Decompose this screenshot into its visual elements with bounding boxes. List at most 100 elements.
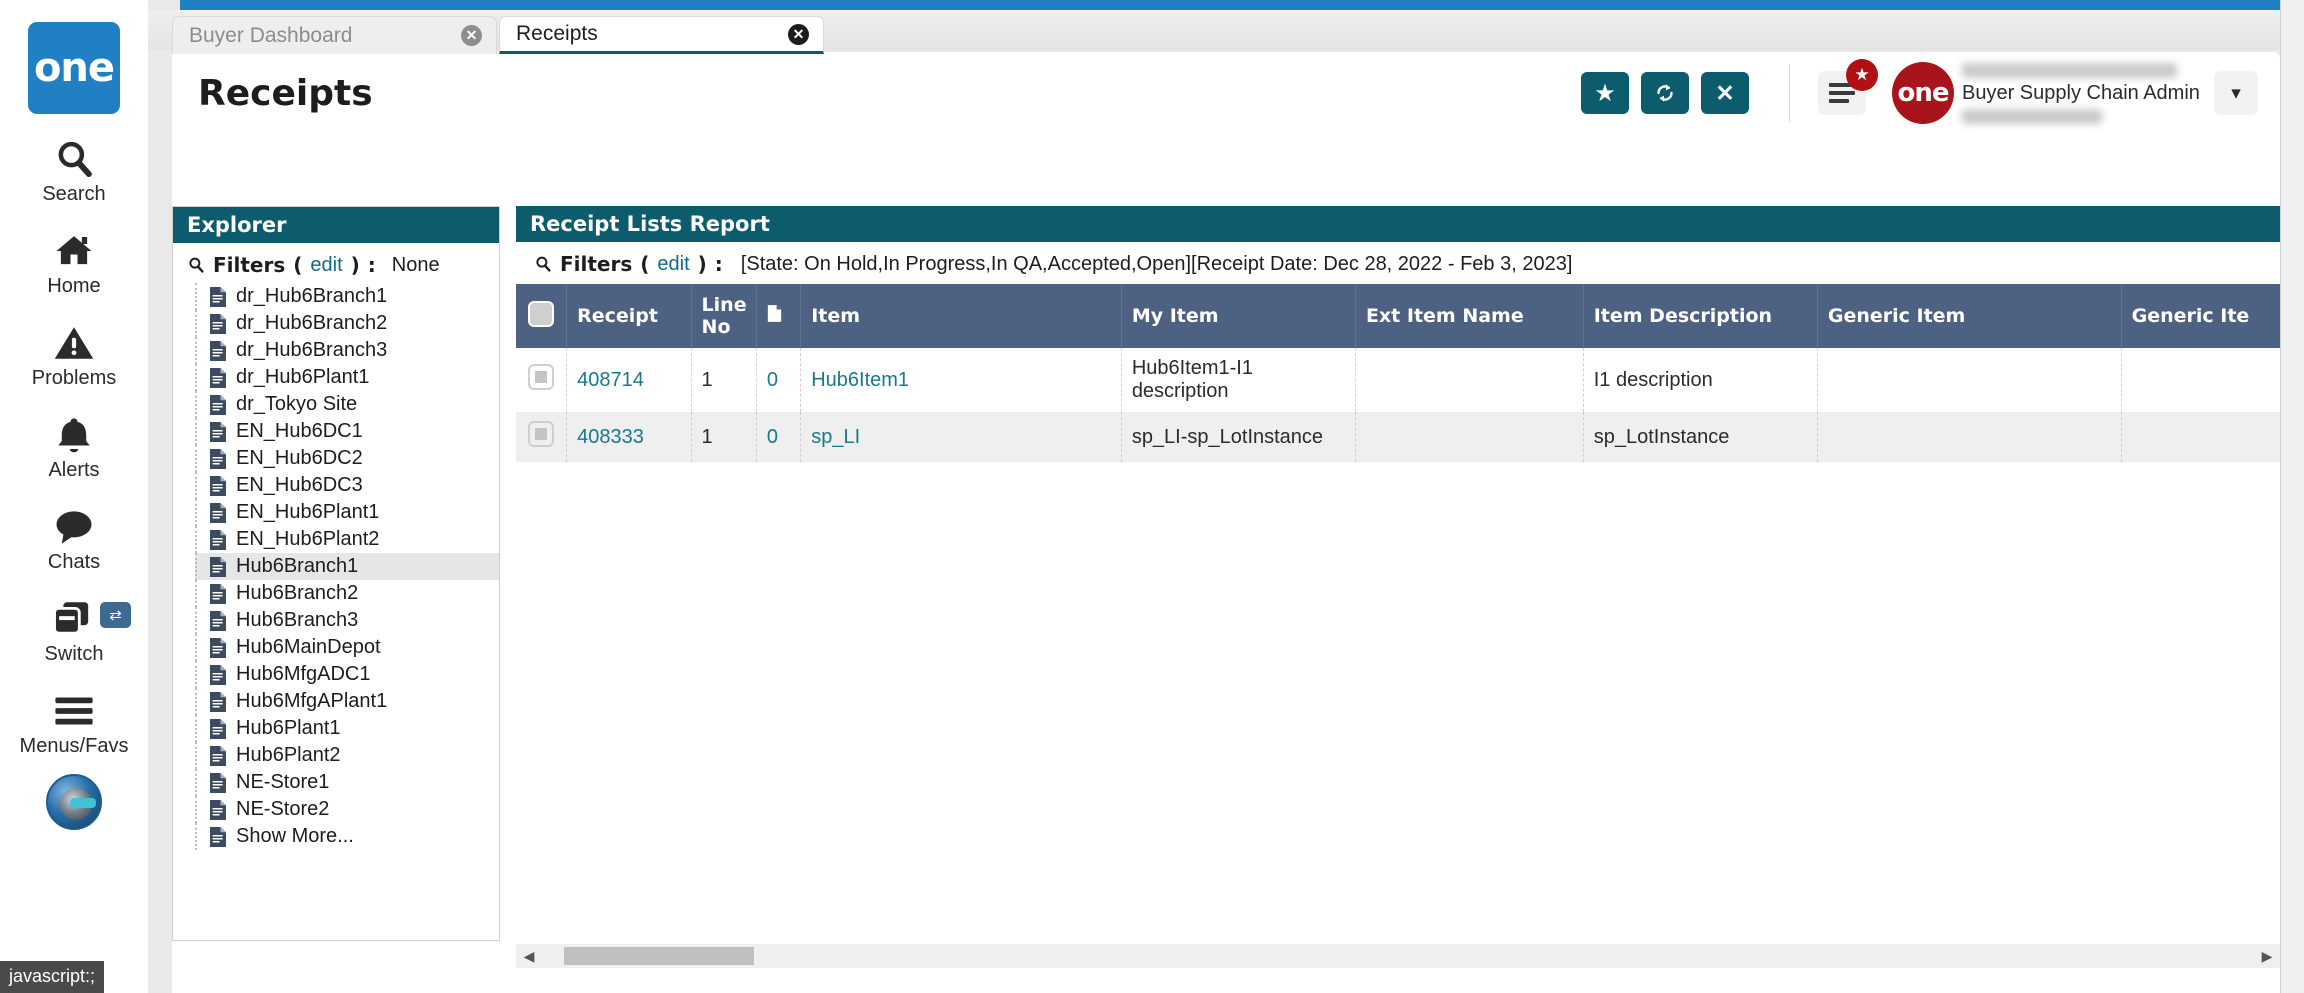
explorer-item[interactable]: NE-Store1 — [195, 769, 499, 796]
report-filters-label: Filters — [560, 252, 633, 276]
switch-toggle-badge-icon[interactable]: ⇄ — [100, 602, 131, 628]
document-icon — [210, 583, 226, 604]
explorer-item[interactable]: dr_Hub6Branch2 — [195, 310, 499, 337]
user-info[interactable]: Buyer Supply Chain Admin — [1962, 62, 2200, 124]
table-horizontal-scrollbar[interactable]: ◀ ▶ — [516, 944, 2280, 968]
explorer-item[interactable]: Hub6Plant1 — [195, 715, 499, 742]
explorer-item[interactable]: dr_Tokyo Site — [195, 391, 499, 418]
one-logo[interactable]: one — [28, 22, 120, 114]
page-vertical-scrollbar[interactable] — [2280, 0, 2304, 993]
table-header-generic_item[interactable]: Generic Item — [1817, 284, 2122, 348]
document-icon — [210, 637, 226, 658]
page-header: Receipts ★ ✕ ★ one Buyer Supply Chain Ad… — [172, 52, 2280, 134]
table-header-generic_item_2[interactable]: Generic Ite — [2121, 284, 2280, 348]
table-header-item[interactable]: Item — [800, 284, 1122, 348]
explorer-item[interactable]: Hub6Branch3 — [195, 607, 499, 634]
menus-favorites-button[interactable]: ★ — [1818, 59, 1878, 115]
sidebar-item-home[interactable]: Home — [0, 228, 148, 298]
explorer-item[interactable]: Hub6Branch1 — [195, 553, 499, 580]
report-filters-edit-link[interactable]: edit — [657, 253, 689, 276]
explorer-item-label: dr_Hub6Branch1 — [236, 285, 388, 307]
table-cell-select[interactable] — [516, 348, 568, 412]
explorer-item[interactable]: NE-Store2 — [195, 796, 499, 823]
row-checkbox[interactable] — [528, 364, 555, 390]
row-checkbox[interactable] — [528, 421, 555, 447]
explorer-item[interactable]: EN_Hub6Plant1 — [195, 499, 499, 526]
explorer-item[interactable]: dr_Hub6Branch1 — [195, 283, 499, 310]
select-all-checkbox[interactable] — [528, 300, 555, 327]
table-row[interactable]: 408333 1 0 sp_LI sp_LI-sp_LotInstance sp_LotI… — [516, 412, 2280, 462]
explorer-item[interactable]: EN_Hub6Plant2 — [195, 526, 499, 553]
explorer-item[interactable]: EN_Hub6DC1 — [195, 418, 499, 445]
explorer-item-label: Hub6Branch2 — [236, 582, 359, 604]
sidebar-item-label: Switch — [44, 643, 104, 665]
explorer-item[interactable]: Hub6Plant2 — [195, 742, 499, 769]
one-brand-logo: one — [1892, 62, 1954, 124]
explorer-item[interactable]: EN_Hub6DC2 — [195, 445, 499, 472]
tab-label: Buyer Dashboard — [189, 23, 353, 47]
table-header-row: Receipt Line No Item My Item Ext Item Name It… — [516, 284, 2280, 348]
table-cell-item: sp_LI — [800, 412, 1122, 462]
document-icon — [210, 718, 226, 739]
explorer-item[interactable]: Hub6Branch2 — [195, 580, 499, 607]
cell-link-receipt[interactable]: 408714 — [577, 369, 644, 391]
explorer-item[interactable]: Hub6MfgAPlant1 — [195, 688, 499, 715]
table-row[interactable]: 408714 1 0 Hub6Item1 Hub6Item1-I1 descriptio… — [516, 348, 2280, 412]
explorer-item[interactable]: Show More... — [195, 823, 499, 850]
table-header-item_description[interactable]: Item Description — [1583, 284, 1818, 348]
ai-assistant-avatar[interactable] — [46, 774, 102, 830]
table-header-my_item[interactable]: My Item — [1121, 284, 1356, 348]
close-button[interactable]: ✕ — [1701, 72, 1749, 114]
explorer-item[interactable]: Hub6MainDepot — [195, 634, 499, 661]
table-cell-item_description: sp_LotInstance — [1583, 412, 1818, 462]
explorer-item-label: NE-Store1 — [236, 771, 330, 793]
explorer-item[interactable]: Hub6MfgADC1 — [195, 661, 499, 688]
user-menu-chevron-down-icon[interactable]: ▾ — [2214, 71, 2258, 115]
alerts-icon — [53, 412, 95, 458]
document-icon — [210, 313, 226, 334]
table-cell-my_item: Hub6Item1-I1 description — [1121, 348, 1356, 412]
table-header-line_no[interactable]: Line No — [691, 284, 757, 348]
cell-link-receipt[interactable]: 408333 — [577, 426, 644, 448]
page-body: Explorer Filters (edit): None dr_Hub6Bra… — [172, 134, 2280, 993]
sidebar-item-search[interactable]: Search — [0, 136, 148, 206]
cell-link-doc[interactable]: 0 — [767, 426, 778, 448]
tab-receipts[interactable]: Receipts ✕ — [499, 16, 824, 54]
table-cell-generic_item — [1817, 412, 2122, 462]
table-header-doc[interactable] — [756, 284, 802, 348]
explorer-filters-edit-link[interactable]: edit — [310, 254, 342, 277]
table-cell-line_no: 1 — [691, 412, 757, 462]
report-title: Receipt Lists Report — [516, 206, 2280, 242]
table-header-receipt[interactable]: Receipt — [566, 284, 692, 348]
scrollbar-track[interactable] — [542, 944, 2254, 968]
explorer-item[interactable]: EN_Hub6DC3 — [195, 472, 499, 499]
tab-buyer-dashboard[interactable]: Buyer Dashboard ✕ — [172, 16, 497, 54]
table-header-ext_item_name[interactable]: Ext Item Name — [1355, 284, 1584, 348]
sidebar-item-menus-favs[interactable]: Menus/Favs — [0, 688, 148, 758]
one-brand-text: one — [1897, 78, 1949, 108]
explorer-item[interactable]: dr_Hub6Branch3 — [195, 337, 499, 364]
table-cell-generic_item_2 — [2121, 412, 2280, 462]
table-cell-select[interactable] — [516, 412, 568, 462]
sidebar-item-chats[interactable]: Chats — [0, 504, 148, 574]
cell-link-doc[interactable]: 0 — [767, 369, 778, 391]
explorer-filters-paren-close: ) — [350, 253, 360, 277]
explorer-item-label: EN_Hub6Plant2 — [236, 528, 380, 550]
favorite-button[interactable]: ★ — [1581, 72, 1629, 114]
cell-link-item[interactable]: sp_LI — [811, 426, 860, 448]
problems-icon — [52, 320, 96, 366]
sidebar-item-problems[interactable]: Problems — [0, 320, 148, 390]
sidebar-item-switch[interactable]: ⇄ Switch — [0, 596, 148, 666]
close-icon[interactable]: ✕ — [461, 25, 482, 46]
cell-link-item[interactable]: Hub6Item1 — [811, 369, 909, 391]
sidebar-item-alerts[interactable]: Alerts — [0, 412, 148, 482]
scrollbar-thumb[interactable] — [564, 947, 754, 965]
close-icon[interactable]: ✕ — [788, 23, 809, 45]
chevron-right-icon[interactable]: ▶ — [2254, 948, 2280, 965]
explorer-item[interactable]: dr_Hub6Plant1 — [195, 364, 499, 391]
chevron-left-icon[interactable]: ◀ — [516, 948, 542, 965]
table-header-select[interactable] — [516, 284, 568, 348]
document-icon — [210, 610, 226, 631]
report-filters-colon: : — [714, 252, 723, 276]
refresh-button[interactable] — [1641, 72, 1689, 114]
